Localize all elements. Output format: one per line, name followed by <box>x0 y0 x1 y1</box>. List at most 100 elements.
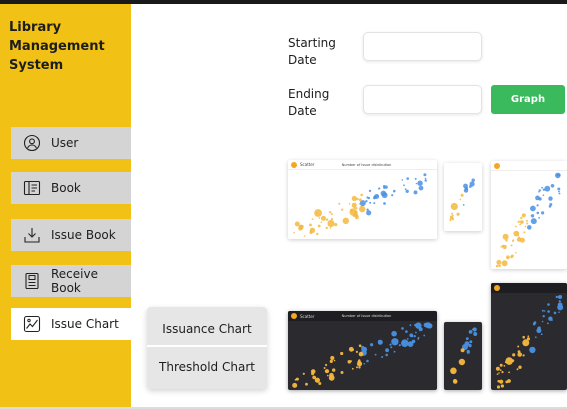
scatter-bubble <box>548 196 553 201</box>
scatter-bubble <box>292 382 298 388</box>
scatter-bubble <box>530 214 535 218</box>
scatter-bubble <box>558 190 560 193</box>
chart-preview-dark-tall[interactable] <box>491 283 567 390</box>
scatter-bubble <box>380 190 387 197</box>
scatter-bubble <box>330 213 333 215</box>
scatter-bubble <box>519 237 525 243</box>
scatter-bubble <box>330 355 335 361</box>
scatter-bubble <box>495 264 499 268</box>
sidebar-item-receive-book[interactable]: Receive Book <box>11 265 131 297</box>
scatter-preview <box>495 172 561 268</box>
scatter-bubble <box>505 238 508 242</box>
download-arrow-icon <box>23 226 41 244</box>
chart-preview-light-wide[interactable]: Scatter Number of Issue distribution <box>288 160 437 239</box>
scatter-bubble <box>413 335 416 338</box>
scatter-bubble <box>329 227 332 229</box>
scatter-bubble <box>501 260 508 267</box>
scatter-bubble <box>381 356 384 358</box>
scatter-bubble <box>309 227 316 233</box>
scatter-bubble <box>417 180 423 186</box>
scatter-bubble <box>558 303 562 307</box>
sidebar-item-label: Issue Chart <box>51 317 119 331</box>
scatter-bubble <box>293 231 295 234</box>
scatter-bubble <box>355 350 358 353</box>
submenu-item-threshold-chart[interactable]: Threshold Chart <box>147 349 267 385</box>
scatter-bubble <box>423 173 427 177</box>
scatter-bubble <box>468 343 472 348</box>
scatter-bubble <box>360 193 363 197</box>
scatter-bubble <box>370 343 374 347</box>
scatter-bubble <box>406 177 409 180</box>
scatter-bubble <box>327 374 329 377</box>
scatter-bubble <box>527 225 532 230</box>
scatter-bubble <box>541 211 545 215</box>
starting-date-label: Starting Date <box>288 36 336 67</box>
scatter-bubble <box>325 363 328 367</box>
scatter-bubble <box>323 367 326 369</box>
scatter-preview <box>495 295 564 389</box>
scatter-bubble <box>376 194 379 197</box>
sidebar: Library Management System <box>0 4 131 407</box>
scatter-bubble <box>510 255 513 259</box>
scatter-bubble <box>550 184 555 188</box>
scatter-bubble <box>526 219 528 222</box>
scatter-bubble <box>538 216 540 219</box>
sidebar-item-issue-book[interactable]: Issue Book <box>11 219 131 251</box>
scatter-bubble <box>517 352 522 357</box>
scatter-bubble <box>534 336 537 339</box>
scatter-bubble <box>519 223 521 226</box>
scatter-bubble <box>314 209 322 217</box>
scatter-bubble <box>391 338 399 346</box>
starting-date-input[interactable] <box>363 32 482 61</box>
graph-button[interactable]: Graph <box>491 85 565 114</box>
scatter-bubble <box>309 223 312 227</box>
scatter-bubble <box>333 359 336 362</box>
chart-preview-light-tall[interactable] <box>491 161 567 269</box>
scatter-bubble <box>535 195 540 201</box>
scatter-bubble <box>538 326 541 329</box>
scatter-bubble <box>358 351 364 357</box>
scatter-bubble <box>452 379 458 384</box>
sidebar-item-book[interactable]: Book <box>11 172 131 204</box>
scatter-bubble <box>538 189 541 192</box>
scatter-bubble <box>424 179 427 182</box>
scatter-bubble <box>496 385 501 389</box>
document-icon <box>23 272 41 290</box>
scatter-bubble <box>404 188 407 190</box>
scatter-bubble <box>366 210 372 216</box>
scatter-bubble <box>502 233 509 240</box>
chart-preview-dark-narrow[interactable] <box>444 322 482 390</box>
scatter-bubble <box>518 365 522 369</box>
scatter-bubble <box>401 179 404 181</box>
scatter-bubble <box>544 185 551 192</box>
scatter-bubble <box>393 189 396 193</box>
scatter-bubble <box>385 348 389 353</box>
submenu-item-issuance-chart[interactable]: Issuance Chart <box>147 311 267 347</box>
scatter-bubble <box>512 353 516 357</box>
ending-date-input[interactable] <box>363 85 482 114</box>
sidebar-item-issue-chart[interactable]: Issue Chart <box>11 308 131 340</box>
scatter-bubble <box>526 337 530 341</box>
sidebar-item-user[interactable]: User <box>11 127 131 159</box>
chart-preview-dark-wide[interactable]: Scatter Number of Issue distribution <box>288 311 437 390</box>
scatter-bubble <box>351 195 357 202</box>
scatter-bubble <box>465 337 469 340</box>
scatter-bubble <box>398 344 401 347</box>
scatter-bubble <box>533 322 536 325</box>
scatter-bubble <box>512 240 514 242</box>
scatter-bubble <box>495 366 500 371</box>
chart-preview-light-narrow[interactable] <box>444 163 482 231</box>
scatter-bubble <box>529 346 536 354</box>
scatter-bubble <box>499 369 502 372</box>
scatter-bubble <box>415 331 417 334</box>
scatter-bubble <box>502 244 507 250</box>
scatter-bubble <box>383 186 386 189</box>
scatter-bubble <box>524 225 527 228</box>
scatter-bubble <box>517 234 519 237</box>
scatter-bubble <box>317 224 321 228</box>
scatter-bubble <box>415 322 422 329</box>
scatter-bubble <box>321 215 326 221</box>
scatter-bubble <box>460 193 464 197</box>
scatter-bubble <box>305 382 308 386</box>
scatter-bubble <box>558 300 561 303</box>
